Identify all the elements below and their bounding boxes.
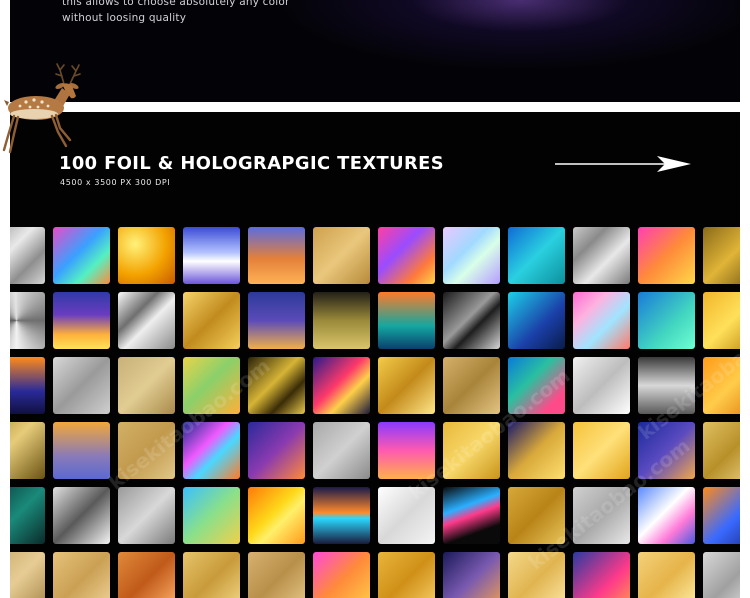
texture-tile: [508, 552, 565, 598]
texture-tile: [378, 292, 435, 349]
texture-tile: [508, 487, 565, 544]
texture-tile: [183, 487, 240, 544]
texture-tile: [638, 487, 695, 544]
texture-tile: [313, 357, 370, 414]
texture-tile: [10, 227, 45, 284]
texture-tile: [378, 227, 435, 284]
texture-tile: [573, 552, 630, 598]
texture-tile: [703, 422, 740, 479]
texture-tile: [573, 422, 630, 479]
texture-tile: [118, 422, 175, 479]
texture-tile: [573, 292, 630, 349]
texture-tile: [508, 227, 565, 284]
texture-tile: [443, 487, 500, 544]
texture-tile: [313, 227, 370, 284]
deer-icon: [2, 63, 81, 154]
texture-tile: [313, 292, 370, 349]
texture-tile: [443, 227, 500, 284]
texture-tile: [248, 227, 305, 284]
texture-tile: [248, 422, 305, 479]
texture-tile: [378, 552, 435, 598]
texture-tile: [248, 357, 305, 414]
texture-tile: [10, 357, 45, 414]
texture-tile: [183, 227, 240, 284]
texture-tile: [183, 552, 240, 598]
texture-tile: [313, 487, 370, 544]
intro-line-1: this allows to choose absolutely any col…: [62, 0, 290, 8]
texture-tile: [53, 227, 110, 284]
texture-tile: [313, 422, 370, 479]
texture-tile: [10, 292, 45, 349]
texture-tile: [53, 357, 110, 414]
intro-line-2: without loosing quality: [62, 12, 187, 24]
texture-tile: [638, 292, 695, 349]
texture-tile: [703, 357, 740, 414]
texture-tile: [703, 292, 740, 349]
texture-tile: [53, 422, 110, 479]
texture-tile: [10, 422, 45, 479]
texture-tile: [183, 292, 240, 349]
texture-tile: [703, 552, 740, 598]
texture-tile: [573, 357, 630, 414]
texture-tile: [443, 357, 500, 414]
texture-tile: [573, 227, 630, 284]
texture-tile: [183, 357, 240, 414]
texture-tile: [248, 292, 305, 349]
texture-showcase: 100 FOIL & HOLOGRAPGIC TEXTURES 4500 x 3…: [10, 112, 740, 598]
texture-tile: [443, 422, 500, 479]
texture-tile: [378, 357, 435, 414]
texture-tile: [703, 227, 740, 284]
texture-tile: [638, 357, 695, 414]
texture-tile: [638, 227, 695, 284]
texture-tile: [10, 552, 45, 598]
texture-tile: [703, 487, 740, 544]
arrow-right-icon: [555, 156, 691, 172]
texture-tile: [53, 487, 110, 544]
texture-tile: [248, 552, 305, 598]
texture-tile: [248, 487, 305, 544]
texture-tile: [378, 487, 435, 544]
texture-tile: [573, 487, 630, 544]
texture-tile: [118, 487, 175, 544]
texture-tile: [443, 552, 500, 598]
texture-tile: [10, 487, 45, 544]
texture-tile: [53, 292, 110, 349]
top-banner: this allows to choose absolutely any col…: [10, 0, 740, 102]
intro-text: this allows to choose absolutely any col…: [62, 0, 290, 26]
texture-tile: [118, 552, 175, 598]
texture-tile: [53, 552, 110, 598]
texture-tile: [313, 552, 370, 598]
resolution-subtitle: 4500 x 3500 PX 300 DPI: [60, 178, 171, 187]
texture-tile: [118, 292, 175, 349]
texture-tile: [443, 292, 500, 349]
texture-tile: [118, 357, 175, 414]
texture-tile: [638, 422, 695, 479]
texture-tile: [508, 292, 565, 349]
texture-tile: [118, 227, 175, 284]
headline: 100 FOIL & HOLOGRAPGIC TEXTURES: [59, 154, 445, 174]
texture-tile: [638, 552, 695, 598]
texture-tile: [508, 357, 565, 414]
texture-tile: [378, 422, 435, 479]
texture-tile: [183, 422, 240, 479]
texture-tile: [508, 422, 565, 479]
